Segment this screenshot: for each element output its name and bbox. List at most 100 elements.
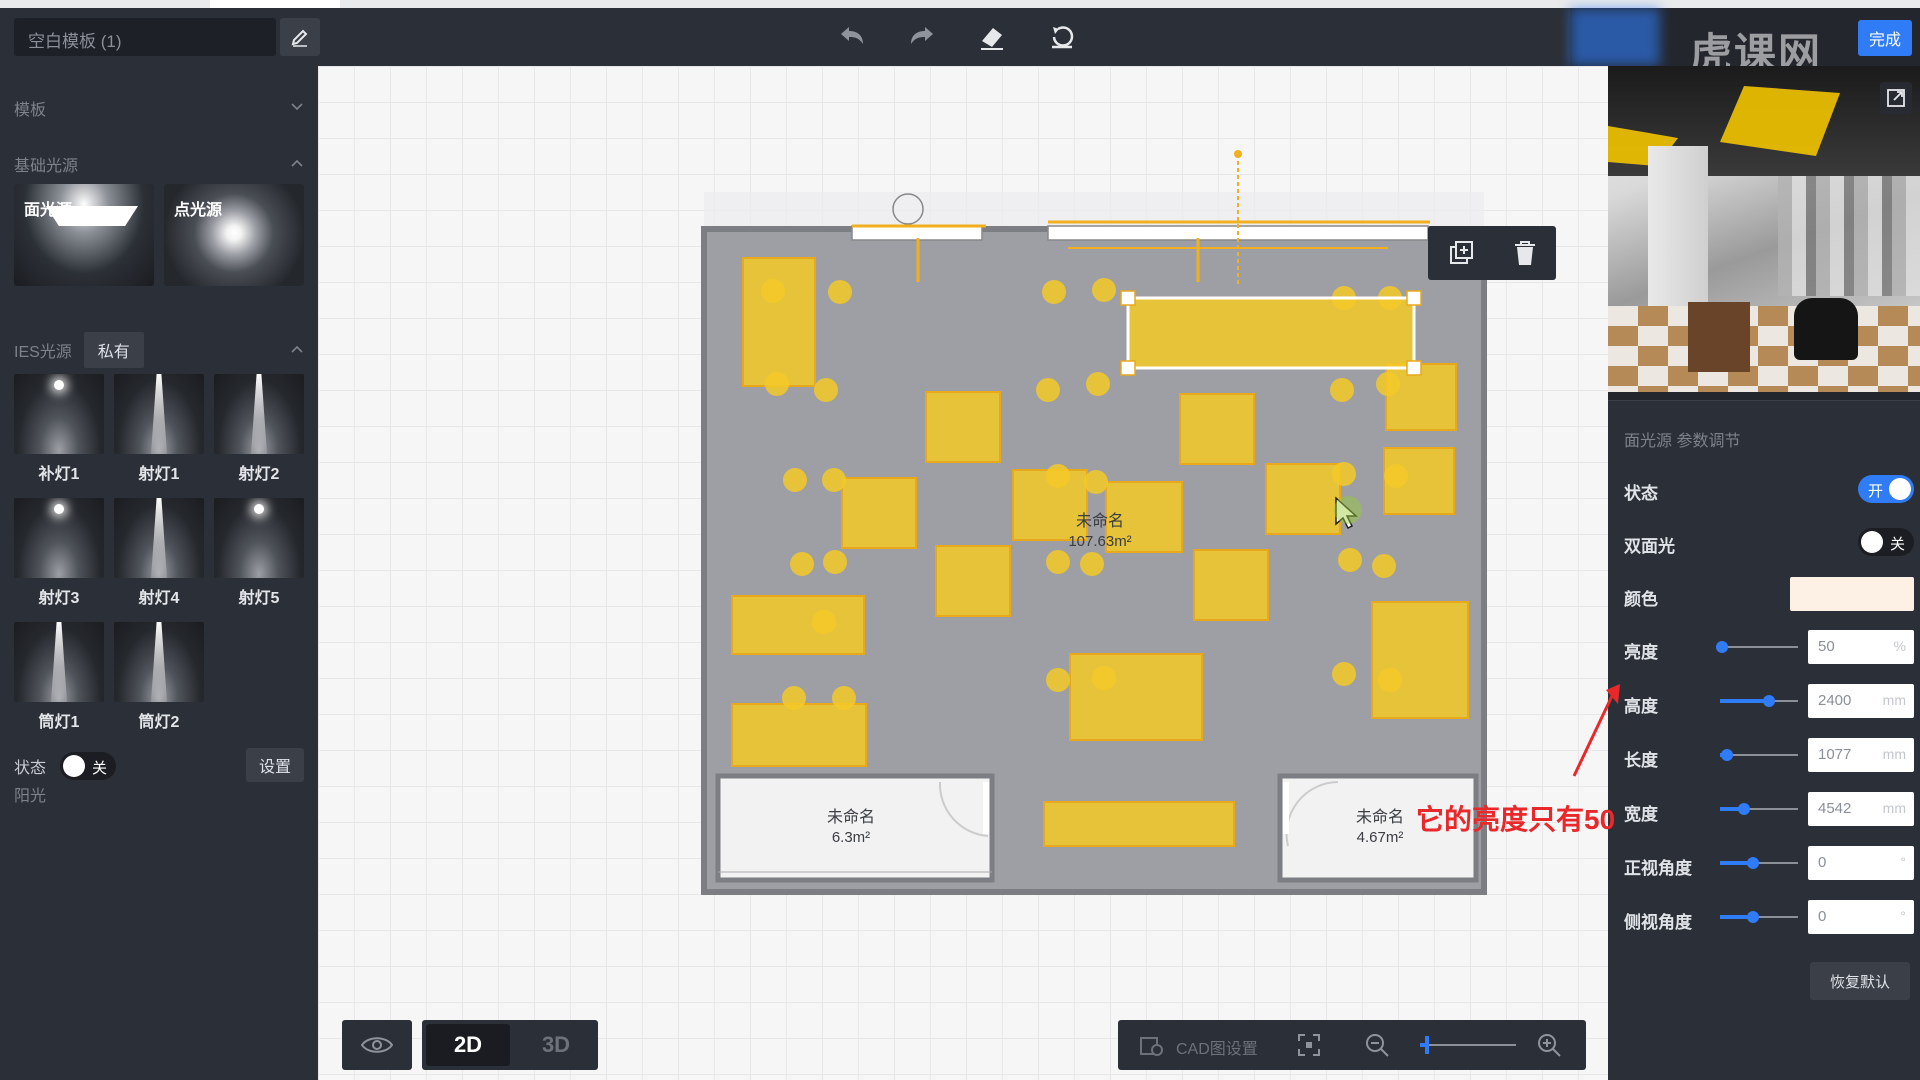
slider-label: 侧视角度 [1624,913,1692,932]
sun-settings-button[interactable]: 设置 [246,748,304,782]
floorplan-canvas[interactable]: 未命名 107.63m² 未命名 6.3m² 未命名 4.67m² [318,66,1608,1080]
color-swatch[interactable] [1790,577,1914,611]
chevron-down-icon[interactable] [290,100,304,114]
expand-icon [1887,89,1905,107]
slider-row: 侧视角度 0 ° [1624,900,1914,934]
reset-view-button[interactable] [1045,20,1079,54]
light-card-point[interactable]: 点光源 [164,184,304,286]
double-sided-value: 关 [1890,536,1906,553]
slider-handle[interactable] [1762,695,1775,707]
light-card-surface[interactable]: 面光源 [14,184,154,286]
slider-value-input[interactable]: 2400 mm [1808,684,1914,718]
room-area: 4.67m² [1357,829,1404,846]
small-room-left[interactable] [715,773,995,883]
visibility-button[interactable] [342,1020,412,1070]
zoom-out-icon[interactable] [1364,1032,1390,1058]
fit-view-icon[interactable] [1296,1032,1322,1058]
rotate-reset-icon [1052,26,1074,49]
cad-settings-label[interactable]: CAD图设置 [1176,1035,1258,1059]
slider-row: 亮度 50% [1624,630,1914,664]
3d-preview[interactable] [1608,66,1920,392]
selected-light-panel[interactable] [1126,296,1416,370]
slider-track[interactable] [1720,695,1798,707]
status-row: 状态 开 [1624,471,1914,505]
trash-icon[interactable] [1512,239,1538,267]
ies-thumbnail [214,498,304,578]
redo-button[interactable] [905,20,939,54]
sun-state-toggle[interactable]: 关 [60,752,117,780]
ies-item[interactable]: 补灯1 [14,374,104,484]
slider-value-input[interactable]: 0 ° [1808,846,1914,880]
document-name-field[interactable]: 空白模板 (1) [14,18,276,56]
panel-title: 面光源 参数调节 [1624,433,1741,450]
slider-value: 2400 [1818,692,1852,709]
slider-value: 50 [1818,638,1835,655]
slider-label: 亮度 [1624,643,1658,662]
zoom-slider-handle[interactable] [1424,1036,1429,1054]
ies-item[interactable]: 射灯2 [214,374,304,484]
slider-track[interactable] [1716,641,1798,653]
status-toggle[interactable]: 开 [1858,475,1914,503]
zoom-slider-track[interactable] [1420,1044,1516,1046]
tab-ies-lights[interactable]: IES光源 [14,338,72,362]
section-title-sunlight: 阳光 [14,788,47,805]
view-2d-button[interactable]: 2D [426,1024,510,1066]
reset-defaults-button[interactable]: 恢复默认 [1810,962,1910,1000]
slider-value-input[interactable]: 0 ° [1808,900,1914,934]
expand-preview-button[interactable] [1880,82,1912,114]
slider-track[interactable] [1720,911,1798,923]
slider-handle[interactable] [1737,803,1750,815]
slider-value: 4542 [1818,800,1852,817]
eraser-button[interactable] [975,20,1009,54]
ies-item-label: 筒灯1 [38,714,80,731]
slider-handle[interactable] [1716,641,1728,653]
slider-handle[interactable] [1747,857,1760,869]
slider-unit: mm [1882,692,1906,708]
slider-track[interactable] [1720,857,1798,869]
chevron-up-icon[interactable] [290,342,304,356]
ies-item[interactable]: 筒灯1 [14,622,104,732]
slider-row: 正视角度 0 ° [1624,846,1914,880]
section-title-basic-lights[interactable]: 基础光源 [14,152,78,176]
ies-item[interactable]: 射灯3 [14,498,104,608]
ies-item-label: 射灯1 [138,466,180,483]
slider-handle[interactable] [1720,749,1733,761]
rename-button[interactable] [280,18,320,56]
tab-private[interactable]: 私有 [83,332,144,368]
slider-row: 高度 2400 mm [1624,684,1914,718]
cad-settings-icon[interactable] [1138,1032,1164,1058]
slider-unit: mm [1882,746,1906,762]
slider-track[interactable] [1720,749,1798,761]
done-button[interactable]: 完成 [1858,20,1912,56]
ies-thumbnail [114,374,204,454]
chevron-up-icon[interactable] [290,156,304,170]
view-mode-toggle: 2D 3D [422,1020,598,1070]
slider-row: 长度 1077 mm [1624,738,1914,772]
double-sided-toggle[interactable]: 关 [1858,528,1914,556]
zoom-in-icon[interactable] [1536,1032,1562,1058]
floorplan[interactable]: 未命名 107.63m² 未命名 6.3m² 未命名 4.67m² [318,66,1608,1080]
view-3d-button[interactable]: 3D [514,1020,598,1070]
section-title-template[interactable]: 模板 [14,96,46,120]
duplicate-icon[interactable] [1447,239,1475,267]
ies-item[interactable]: 射灯5 [214,498,304,608]
slider-value-input[interactable]: 1077 mm [1808,738,1914,772]
ies-thumbnail [14,622,104,702]
ies-item[interactable]: 射灯4 [114,498,204,608]
undo-icon [841,27,863,44]
undo-button[interactable] [835,20,869,54]
ies-item[interactable]: 射灯1 [114,374,204,484]
pencil-icon [291,29,308,47]
slider-value-input[interactable]: 4542 mm [1808,792,1914,826]
tutorial-annotation: 它的亮度只有50 [1416,804,1616,835]
slider-handle[interactable] [1747,911,1760,923]
sun-state-value: 关 [92,760,108,777]
slider-unit: % [1893,638,1906,654]
ies-item[interactable]: 筒灯2 [114,622,204,732]
left-panel: 模板 基础光源 面光源 点光源 IES光源 私有 补灯1 射灯1 射灯2 射灯3 [0,66,318,1080]
slider-track[interactable] [1720,803,1798,815]
slider-value-input[interactable]: 50% [1808,630,1914,664]
eraser-icon [981,28,1003,50]
double-sided-row: 双面光 关 [1624,524,1914,558]
top-progress-line [0,0,1920,8]
